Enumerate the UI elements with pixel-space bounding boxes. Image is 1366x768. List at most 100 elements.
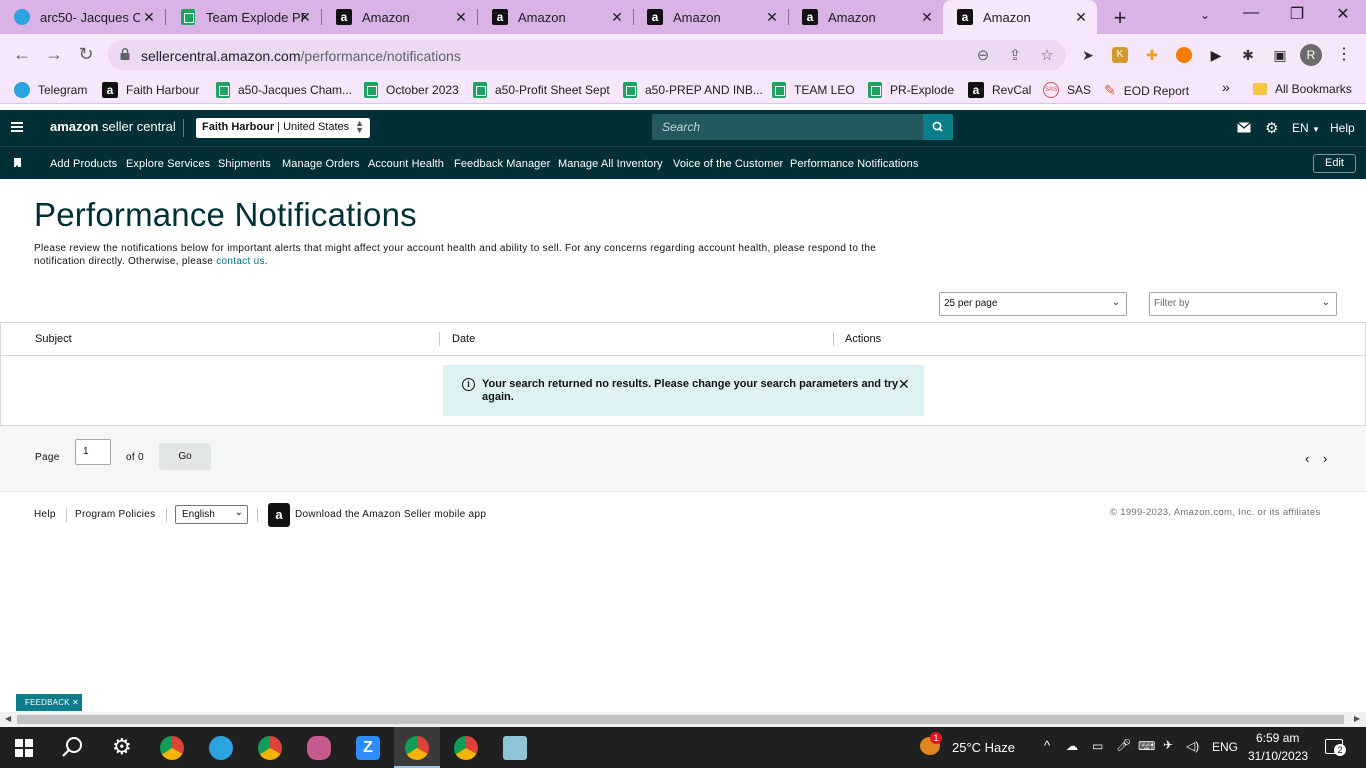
download-app-link[interactable]: Download the Amazon Seller mobile app xyxy=(295,509,486,520)
forward-icon[interactable]: → xyxy=(42,44,66,65)
nav-shipments[interactable]: Shipments xyxy=(218,158,271,170)
extension-plus-icon[interactable]: ✚ xyxy=(1144,47,1160,63)
contact-us-link[interactable]: contact us xyxy=(216,256,265,267)
bookmark-item[interactable]: a Faith Harbour xyxy=(102,82,199,98)
nav-voice-of-customer[interactable]: Voice of the Customer xyxy=(673,158,783,170)
browser-tab[interactable]: a Amazon ✕ xyxy=(322,0,477,34)
close-icon[interactable]: ✕ xyxy=(1073,9,1089,26)
seller-central-logo[interactable]: amazon seller central xyxy=(50,119,176,134)
chevron-right-icon[interactable]: › xyxy=(1323,451,1327,466)
onedrive-icon[interactable]: ☁ xyxy=(1066,739,1078,753)
page-number-input[interactable]: 1 xyxy=(75,439,111,465)
extension-orange-icon[interactable] xyxy=(1176,47,1192,63)
column-header-subject[interactable]: Subject xyxy=(35,333,72,345)
weather-icon[interactable]: 1 xyxy=(920,732,942,755)
microphone-icon[interactable]: 🎤︎ xyxy=(1116,738,1131,752)
restore-icon[interactable]: ❐ xyxy=(1282,4,1312,24)
bookmark-item[interactable]: October 2023 xyxy=(364,82,459,98)
extension-arrow-icon[interactable]: ➤ xyxy=(1080,47,1096,63)
nav-manage-all-inventory[interactable]: Manage All Inventory xyxy=(558,158,663,170)
airplane-mode-icon[interactable]: ✈ xyxy=(1163,738,1173,752)
bookmark-item[interactable]: PR-Explode xyxy=(868,82,954,98)
bookmark-item[interactable]: a50-PREP AND INB... xyxy=(623,82,763,98)
browser-tab[interactable]: a Amazon ✕ xyxy=(633,0,788,34)
settings-gear-icon[interactable]: ⚙ xyxy=(1265,119,1278,137)
weather-text[interactable]: 25°C Haze xyxy=(952,740,1015,755)
telegram-icon[interactable] xyxy=(209,736,233,760)
close-icon[interactable]: ✕ xyxy=(919,9,935,26)
search-button[interactable] xyxy=(923,114,953,140)
account-switcher[interactable]: Faith Harbour | United States ▲ ▼ xyxy=(196,118,370,138)
windows-start-icon[interactable] xyxy=(15,739,33,760)
zoom-icon[interactable]: ⊖ xyxy=(974,46,992,64)
amazon-app-icon[interactable]: a xyxy=(268,503,290,527)
input-language[interactable]: ENG xyxy=(1212,740,1238,754)
camera-icon[interactable]: ▭ xyxy=(1092,739,1103,753)
close-icon[interactable]: ✕ xyxy=(141,9,157,26)
extension-cursor-icon[interactable]: ▶ xyxy=(1208,47,1224,63)
ime-icon[interactable]: ⌨ xyxy=(1138,739,1155,753)
chrome-icon[interactable] xyxy=(258,736,282,760)
nav-performance-notifications[interactable]: Performance Notifications xyxy=(790,158,918,170)
close-icon[interactable]: ✕ xyxy=(72,698,79,707)
scroll-left-icon[interactable]: ◀ xyxy=(5,714,11,723)
bookmark-item[interactable]: SAS SAS xyxy=(1043,82,1091,98)
nav-account-health[interactable]: Account Health xyxy=(368,158,444,170)
feedback-button[interactable]: FEEDBACK ✕ xyxy=(16,694,82,711)
chrome-profile-r-icon[interactable] xyxy=(454,736,478,760)
column-header-date[interactable]: Date xyxy=(452,333,475,345)
back-icon[interactable]: ← xyxy=(10,44,34,65)
per-page-select[interactable]: 25 per page ⌄ xyxy=(939,292,1127,316)
footer-program-policies-link[interactable]: Program Policies xyxy=(75,509,155,520)
paint-icon[interactable] xyxy=(307,736,331,760)
bookmark-item[interactable]: a50-Jacques Cham... xyxy=(216,82,352,98)
clock-date[interactable]: 31/10/2023 xyxy=(1248,749,1308,763)
share-icon[interactable]: ⇪ xyxy=(1006,46,1024,64)
scrollbar-thumb[interactable] xyxy=(17,715,1344,724)
bookmark-icon[interactable] xyxy=(14,158,21,168)
edit-nav-button[interactable]: Edit xyxy=(1313,154,1356,173)
profile-avatar[interactable]: R xyxy=(1300,44,1322,66)
search-input[interactable]: Search xyxy=(652,114,924,140)
footer-help-link[interactable]: Help xyxy=(34,509,56,520)
minimize-icon[interactable]: — xyxy=(1236,4,1266,22)
browser-tab[interactable]: arc50- Jacques C ✕ xyxy=(0,0,165,34)
filter-select[interactable]: Filter by ⌄ xyxy=(1149,292,1337,316)
bookmark-item[interactable]: a50-Profit Sheet Sept xyxy=(473,82,610,98)
close-icon[interactable]: ✕ xyxy=(898,376,910,393)
horizontal-scrollbar[interactable]: ◀ ▶ xyxy=(0,712,1366,727)
nav-explore-services[interactable]: Explore Services xyxy=(126,158,210,170)
browser-tab-active[interactable]: a Amazon ✕ xyxy=(943,0,1097,34)
tray-chevron-up-icon[interactable]: ^ xyxy=(1044,738,1050,753)
close-icon[interactable]: ✕ xyxy=(764,9,780,26)
nav-add-products[interactable]: Add Products xyxy=(50,158,117,170)
reload-icon[interactable]: ↻ xyxy=(74,44,98,65)
notepad-icon[interactable] xyxy=(503,736,527,760)
help-link[interactable]: Help xyxy=(1330,121,1355,135)
nav-feedback-manager[interactable]: Feedback Manager xyxy=(454,158,550,170)
star-icon[interactable]: ☆ xyxy=(1038,46,1056,64)
bookmark-item[interactable]: a RevCal xyxy=(968,82,1031,98)
mail-icon[interactable] xyxy=(1237,121,1251,136)
chrome-profile-icon[interactable] xyxy=(160,736,184,760)
hamburger-menu-icon[interactable] xyxy=(11,122,23,132)
menu-kebab-icon[interactable]: ⋮ xyxy=(1336,44,1352,64)
go-button[interactable]: Go xyxy=(159,443,211,470)
language-selector[interactable]: EN ▼ xyxy=(1292,121,1320,135)
close-icon[interactable]: ✕ xyxy=(609,9,625,26)
settings-gear-icon[interactable]: ⚙ xyxy=(112,734,132,760)
clock-time[interactable]: 6:59 am xyxy=(1256,731,1299,745)
side-panel-icon[interactable]: ▣ xyxy=(1272,47,1288,63)
notifications-icon[interactable]: 2 xyxy=(1325,739,1346,756)
search-icon[interactable] xyxy=(61,735,85,762)
zoom-app-icon[interactable]: Z xyxy=(356,736,380,760)
window-close-icon[interactable]: ✕ xyxy=(1328,4,1358,24)
address-bar[interactable]: sellercentral.amazon.com/performance/not… xyxy=(108,40,1066,70)
close-icon[interactable]: ✕ xyxy=(297,9,313,26)
extension-keepa-icon[interactable]: K xyxy=(1112,47,1128,63)
close-icon[interactable]: ✕ xyxy=(453,9,469,26)
extensions-puzzle-icon[interactable]: ✱ xyxy=(1240,47,1256,63)
chevron-left-icon[interactable]: ‹ xyxy=(1305,451,1309,466)
bookmarks-overflow-icon[interactable]: » xyxy=(1222,79,1230,95)
browser-tab[interactable]: Team Explode PF ✕ xyxy=(166,0,321,34)
